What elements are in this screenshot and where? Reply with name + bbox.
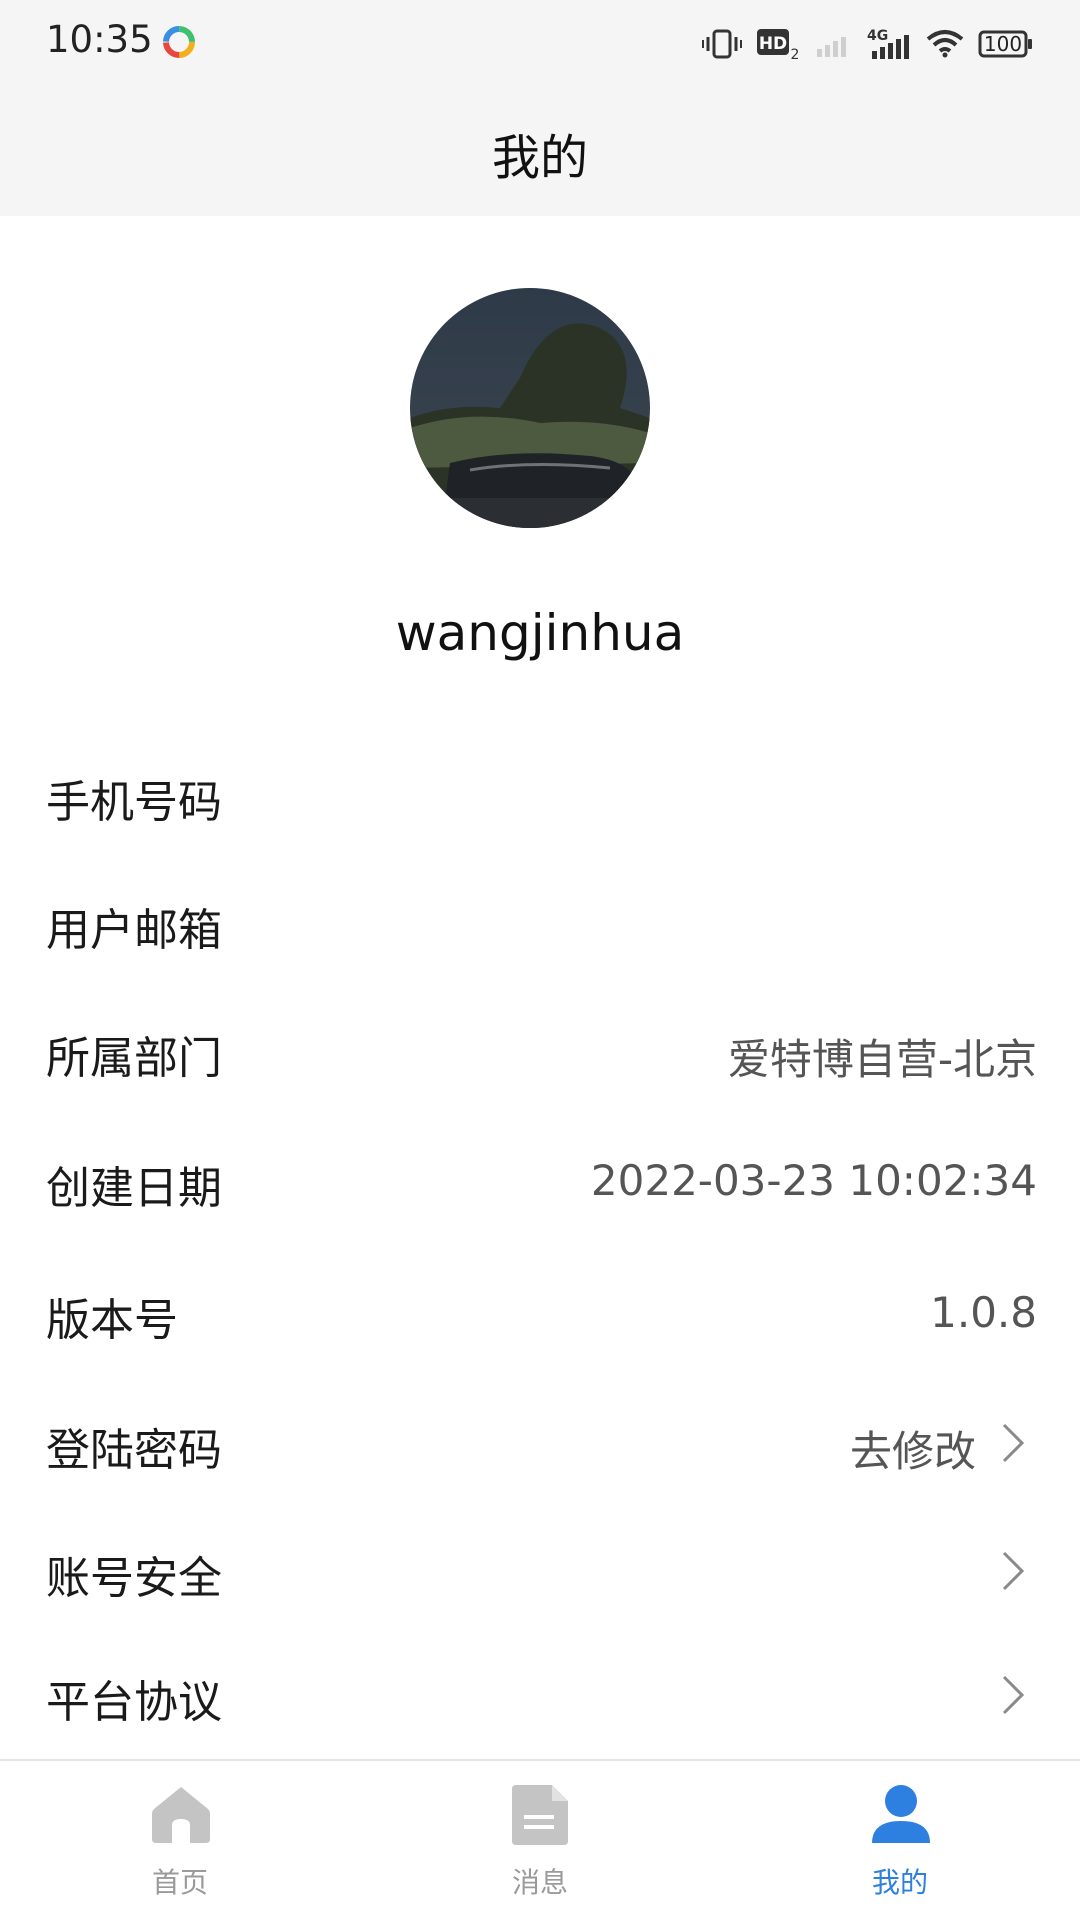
avatar-image [410,288,650,528]
battery-icon: 100 [978,30,1032,58]
tab-messages[interactable]: 消息 [360,1761,720,1922]
row-label: 用户邮箱 [46,905,222,956]
svg-text:4G: 4G [867,28,888,44]
username: wangjinhua [395,604,685,662]
info-row-phone: 手机号码 [0,740,1080,850]
row-label: 登陆密码 [46,1425,222,1476]
tab-home[interactable]: 首页 [0,1761,360,1922]
svg-text:100: 100 [984,32,1022,56]
app-notification-icon [163,26,195,58]
row-value: 2022-03-23 10:02:34 [590,1156,1037,1205]
status-bar: 10:35 HD 2 4G 100 [0,0,1080,88]
svg-text:HD: HD [759,34,787,54]
vibrate-icon [702,29,742,59]
chevron-right-icon [1002,1423,1025,1463]
chevron-right-icon [1002,1551,1025,1591]
row-value: 爱特博自营-北京 [727,1035,1037,1084]
chevron-right-icon [1002,1675,1025,1715]
page-title: 我的 [491,130,588,186]
row-label: 创建日期 [46,1163,222,1214]
tab-label: 消息 [511,1866,568,1899]
user-icon [872,1785,930,1843]
info-row-created-date: 创建日期 2022-03-23 10:02:34 [0,1126,1080,1236]
status-time: 10:35 [46,18,153,61]
signal-weak-icon [817,37,846,57]
info-row-platform-agreement[interactable]: 平台协议 [0,1640,1080,1750]
status-icons: HD 2 4G 100 [702,22,1034,66]
row-label: 手机号码 [46,777,222,828]
modify-password-link[interactable]: 去修改 [850,1418,976,1479]
tab-label: 我的 [871,1866,928,1899]
signal-4g-icon: 4G [867,28,909,59]
row-label: 平台协议 [46,1677,222,1728]
avatar[interactable] [410,288,650,528]
tab-label: 首页 [151,1866,208,1899]
info-row-email: 用户邮箱 [0,868,1080,978]
tab-mine[interactable]: 我的 [720,1761,1080,1922]
wifi-icon [926,30,964,58]
document-icon [512,1785,568,1845]
row-value: 1.0.8 [930,1288,1037,1337]
header: 我的 [0,88,1080,216]
info-row-login-password[interactable]: 登陆密码 去修改 [0,1388,1080,1498]
row-label: 所属部门 [46,1033,222,1084]
info-row-department: 所属部门 爱特博自营-北京 [0,996,1080,1106]
info-row-version: 版本号 1.0.8 [0,1258,1080,1368]
row-label: 账号安全 [46,1553,222,1604]
info-row-account-security[interactable]: 账号安全 [0,1516,1080,1626]
home-icon [152,1787,210,1843]
svg-text:2: 2 [791,47,800,61]
hd-icon: HD 2 [757,29,800,61]
bottom-tab-bar: 首页 消息 我的 [0,1759,1080,1922]
row-label: 版本号 [46,1295,178,1346]
